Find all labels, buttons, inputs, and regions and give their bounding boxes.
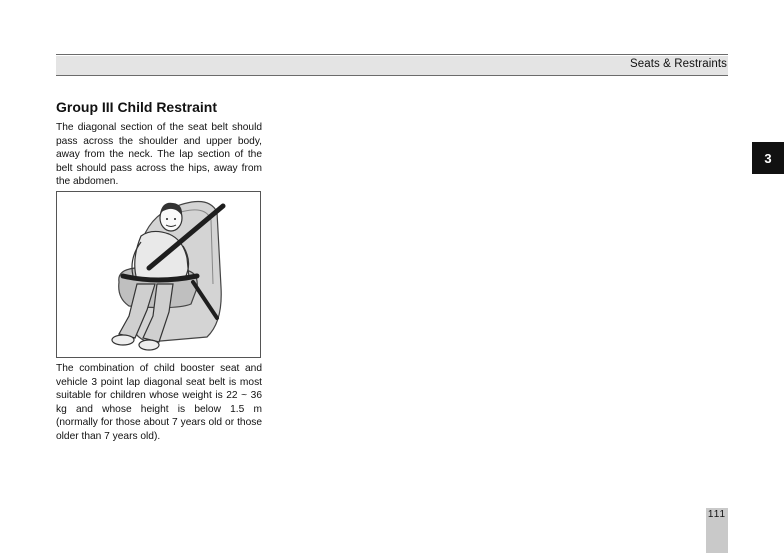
body-paragraph-suitability: The combination of child booster seat an… [56, 363, 262, 442]
page-title: Group III Child Restraint [56, 99, 218, 115]
header-band [56, 56, 728, 75]
header-rule-top [56, 54, 728, 55]
chapter-tab: 3 [752, 142, 784, 174]
page-number: 111 [707, 509, 727, 520]
section-title: Seats & Restraints [629, 58, 727, 70]
header-rule-bottom [56, 75, 728, 76]
child-in-booster-seat-illustration [111, 200, 226, 351]
child-booster-seat-figure [56, 191, 261, 358]
body-paragraph-belt-position: The diagonal section of the seat belt sh… [56, 122, 262, 188]
